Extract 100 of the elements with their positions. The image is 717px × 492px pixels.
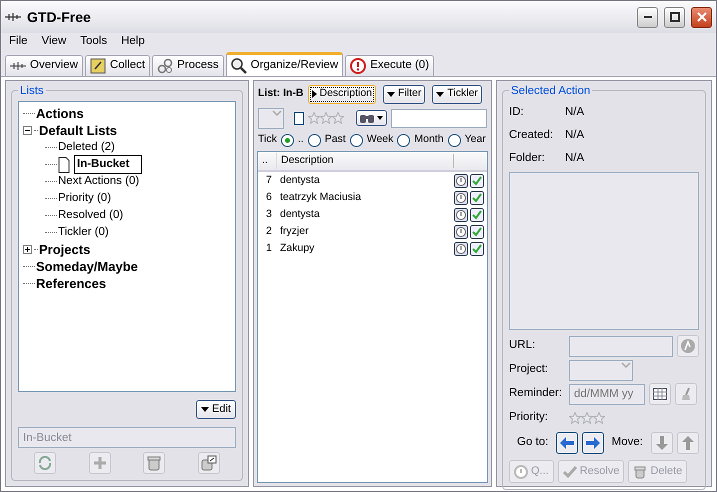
column-header[interactable]: .. — [258, 153, 276, 169]
caret-icon — [387, 92, 396, 96]
star-icon — [593, 412, 605, 424]
tab[interactable]: Execute (0) — [345, 55, 434, 76]
edit-button[interactable]: Edit — [196, 400, 236, 419]
magnifier-icon — [230, 58, 247, 74]
arrow-up-icon — [682, 436, 694, 450]
tree-item[interactable]: References — [36, 274, 106, 294]
radio-option[interactable]: .. — [280, 132, 304, 148]
check-icon[interactable] — [470, 224, 484, 238]
tickler-label: Tick — [258, 132, 277, 148]
clock-icon[interactable] — [454, 242, 468, 256]
star-icon — [332, 112, 344, 124]
tab[interactable]: Overview — [5, 55, 83, 76]
field-label: URL: — [509, 338, 536, 354]
calendar-button[interactable] — [649, 383, 671, 405]
star-icon — [320, 112, 332, 124]
menu-item[interactable]: Help — [121, 33, 145, 51]
star-icon — [569, 412, 581, 424]
field-value: N/A — [565, 150, 584, 166]
check-icon — [562, 464, 577, 478]
tab[interactable]: Process — [152, 55, 224, 76]
tree-item[interactable]: Someday/Maybe — [36, 256, 138, 276]
menu-item[interactable]: Tools — [80, 33, 108, 51]
toggle-button[interactable]: Tickler — [432, 84, 482, 104]
tree-item[interactable]: Actions — [36, 104, 84, 124]
check-icon[interactable] — [470, 174, 484, 188]
close-button[interactable] — [691, 6, 712, 28]
checkbox[interactable] — [294, 112, 304, 124]
tree-item[interactable]: In-Bucket — [74, 154, 142, 174]
table-cell-text: 3 — [265, 206, 273, 222]
toggle-button[interactable]: Filter — [383, 84, 426, 104]
clock-icon[interactable] — [454, 224, 468, 238]
check-icon[interactable] — [470, 208, 484, 222]
clock-icon[interactable] — [454, 190, 468, 204]
field-label: Folder: — [509, 150, 546, 166]
table-cell-text: fryzjer — [279, 224, 310, 239]
plus-icon — [92, 455, 108, 471]
minimize-button[interactable] — [637, 6, 658, 28]
field-label: Go to: — [517, 435, 548, 450]
field-value: N/A — [565, 128, 584, 143]
expand-icon[interactable] — [23, 245, 32, 254]
table-cell-text: 1 — [265, 240, 273, 256]
tree-item[interactable]: Next Actions (0) — [58, 172, 140, 190]
radio-option[interactable]: Year — [448, 132, 486, 148]
alert-icon — [514, 464, 528, 478]
clock-icon[interactable] — [454, 174, 468, 188]
close-icon — [696, 12, 706, 22]
trash-button[interactable] — [143, 452, 166, 474]
broom-icon — [680, 387, 692, 401]
trash-icon — [633, 464, 648, 478]
menu-item[interactable]: File — [9, 33, 28, 51]
binoculars-button[interactable] — [356, 110, 386, 126]
menu-item[interactable]: View — [42, 33, 66, 51]
tab[interactable]: Organize/Review — [226, 52, 344, 76]
collapse-icon[interactable] — [23, 126, 32, 135]
toggle-button[interactable]: Description — [308, 84, 376, 104]
search-field[interactable] — [390, 108, 487, 128]
tree-item[interactable]: Priority (0) — [58, 190, 112, 208]
tree-item[interactable]: Tickler (0) — [58, 224, 109, 242]
arrow-button[interactable] — [556, 432, 578, 454]
trash-button[interactable] — [198, 452, 220, 474]
maximize-button[interactable] — [664, 6, 685, 28]
document-icon — [58, 156, 70, 172]
alert-icon — [350, 58, 366, 74]
field-label: Reminder: — [509, 386, 564, 402]
list-label: List: In-B — [258, 86, 304, 102]
table-cell-text: dentysta — [279, 172, 321, 188]
gears-icon — [157, 58, 174, 74]
star-icon — [308, 112, 320, 124]
tab[interactable]: Collect — [84, 55, 150, 76]
field-label: ID: — [509, 104, 525, 120]
maximize-icon — [670, 12, 680, 22]
caret-icon — [376, 116, 382, 120]
tree-item[interactable]: Default Lists — [39, 120, 118, 140]
radio-option[interactable]: Month — [397, 132, 444, 148]
notepad-icon — [90, 58, 106, 74]
caret-icon — [436, 92, 444, 96]
minimize-icon — [644, 16, 652, 18]
radio-option[interactable]: Past — [308, 132, 346, 148]
window-title: GTD-Free — [27, 8, 92, 26]
arrow-right-icon — [586, 437, 600, 449]
field-label: Move: — [612, 435, 643, 450]
app-icon — [5, 12, 21, 22]
radio-option[interactable]: Week — [350, 132, 394, 148]
clock-icon[interactable] — [454, 208, 468, 222]
check-icon[interactable] — [470, 242, 484, 256]
field-label: Priority: — [509, 410, 549, 426]
table-cell-text: dentysta — [279, 206, 321, 222]
table-cell-text: 2 — [265, 224, 273, 239]
tree-item[interactable]: Resolved (0) — [58, 206, 124, 224]
table-cell-text: teatrzyk Maciusia — [279, 190, 362, 205]
arrow-button[interactable] — [582, 432, 604, 454]
caret-icon — [201, 407, 210, 412]
refresh-icon — [37, 455, 54, 471]
tree-item[interactable]: Deleted (2) — [58, 138, 115, 156]
check-icon[interactable] — [470, 190, 484, 204]
tree-item[interactable]: Projects — [39, 240, 90, 260]
column-header[interactable]: Description — [276, 153, 453, 169]
trash-icon — [200, 455, 217, 471]
